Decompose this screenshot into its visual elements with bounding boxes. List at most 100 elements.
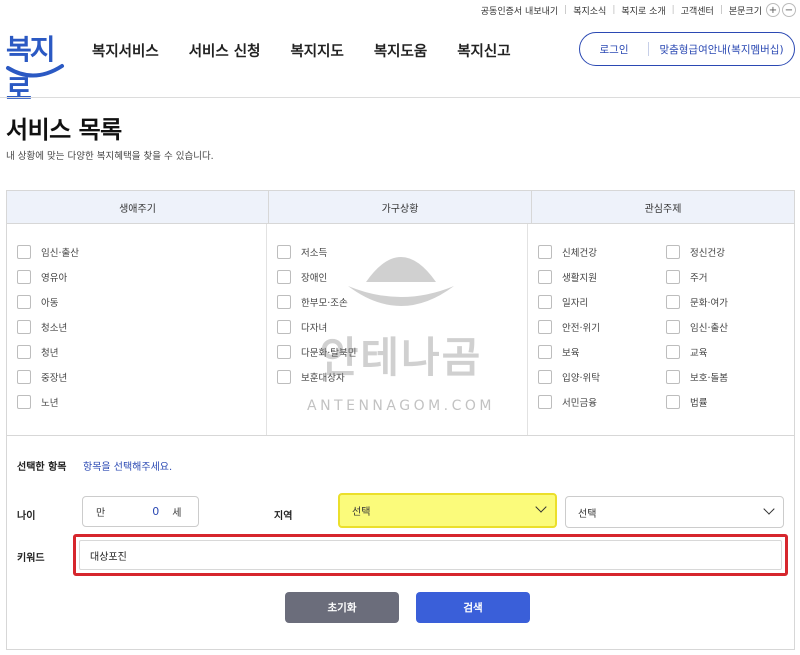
checkbox-item[interactable]: 신체건강 bbox=[538, 239, 666, 264]
selected-items-row: 선택한 항목 항목을 선택해주세요. bbox=[17, 458, 172, 473]
checkbox-label: 정신건강 bbox=[690, 247, 725, 259]
checkbox-item[interactable]: 서민금융 bbox=[538, 389, 666, 414]
checkbox-item[interactable]: 안전·위기 bbox=[538, 314, 666, 339]
util-about-link[interactable]: 복지로 소개 bbox=[615, 4, 671, 17]
checkbox[interactable] bbox=[17, 269, 31, 284]
search-button[interactable]: 검색 bbox=[416, 592, 530, 623]
util-news-link[interactable]: 복지소식 bbox=[567, 4, 612, 17]
checkbox[interactable] bbox=[17, 244, 31, 259]
checkbox[interactable] bbox=[538, 394, 552, 409]
page-description: 내 상황에 맞는 다양한 복지혜택을 찾을 수 있습니다. bbox=[6, 151, 214, 162]
checkbox-item[interactable]: 입양·위탁 bbox=[538, 364, 666, 389]
checkbox[interactable] bbox=[538, 369, 552, 384]
checkbox[interactable] bbox=[17, 344, 31, 359]
keyword-input[interactable]: 대상포진 bbox=[73, 534, 788, 576]
checkbox-item[interactable]: 일자리 bbox=[538, 289, 666, 314]
reset-button[interactable]: 초기화 bbox=[285, 592, 399, 623]
checkbox-label: 입양·위탁 bbox=[562, 372, 600, 384]
region-province-select[interactable]: 선택 bbox=[338, 493, 557, 528]
checkbox[interactable] bbox=[277, 344, 291, 359]
checkbox-label: 노년 bbox=[41, 397, 59, 409]
checkbox[interactable] bbox=[17, 394, 31, 409]
checkbox[interactable] bbox=[17, 294, 31, 309]
nav-welfare-services[interactable]: 복지서비스 bbox=[92, 40, 159, 61]
region-city-value: 선택 bbox=[578, 508, 597, 520]
age-label: 나이 bbox=[17, 511, 36, 522]
checkbox-item[interactable]: 보훈대상자 bbox=[277, 364, 527, 389]
logo-smile-icon bbox=[6, 64, 64, 78]
region-city-select[interactable]: 선택 bbox=[565, 496, 784, 528]
selected-items-placeholder: 항목을 선택해주세요. bbox=[83, 462, 173, 473]
checkbox-item[interactable]: 임신·출산 bbox=[666, 314, 794, 339]
membership-guide-button[interactable]: 맞춤형급여안내(복지멤버십) bbox=[649, 42, 794, 57]
age-value[interactable]: 0 bbox=[152, 505, 159, 518]
checkbox[interactable] bbox=[666, 369, 680, 384]
checkbox[interactable] bbox=[277, 269, 291, 284]
checkbox-item[interactable]: 청년 bbox=[17, 339, 266, 364]
util-cert-export-link[interactable]: 공동인증서 내보내기 bbox=[475, 4, 564, 17]
checkbox-item[interactable]: 중장년 bbox=[17, 364, 266, 389]
checkbox[interactable] bbox=[538, 269, 552, 284]
checkbox[interactable] bbox=[277, 294, 291, 309]
checkbox-item[interactable]: 보육 bbox=[538, 339, 666, 364]
checkbox[interactable] bbox=[538, 244, 552, 259]
checkbox[interactable] bbox=[538, 319, 552, 334]
main-nav: 복지서비스 서비스 신청 복지지도 복지도움 복지신고 bbox=[92, 40, 541, 61]
checkbox-label: 교육 bbox=[690, 347, 708, 359]
checkbox-label: 중장년 bbox=[41, 372, 68, 384]
checkbox-item[interactable]: 문화·여가 bbox=[666, 289, 794, 314]
checkbox-label: 아동 bbox=[41, 297, 59, 309]
checkbox-item[interactable]: 정신건강 bbox=[666, 239, 794, 264]
topics-right-list: 정신건강 주거 문화·여가 임신·출산 교육 보호·돌봄 법률 bbox=[666, 239, 794, 435]
checkbox-item[interactable]: 다자녀 bbox=[277, 314, 527, 339]
login-button[interactable]: 로그인 bbox=[580, 42, 648, 57]
checkbox-label: 보육 bbox=[562, 347, 580, 359]
zoom-out-button[interactable]: − bbox=[782, 3, 796, 17]
zoom-in-button[interactable]: + bbox=[766, 3, 780, 17]
checkbox-item[interactable]: 청소년 bbox=[17, 314, 266, 339]
checkbox[interactable] bbox=[666, 294, 680, 309]
checkbox[interactable] bbox=[277, 319, 291, 334]
checkbox[interactable] bbox=[277, 244, 291, 259]
checkbox-item[interactable]: 법률 bbox=[666, 389, 794, 414]
checkbox-label: 법률 bbox=[690, 397, 708, 409]
nav-service-apply[interactable]: 서비스 신청 bbox=[189, 40, 261, 61]
nav-welfare-map[interactable]: 복지지도 bbox=[290, 40, 343, 61]
topics-left-list: 신체건강 생활지원 일자리 안전·위기 보육 입양·위탁 서민금융 bbox=[538, 239, 666, 435]
checkbox-item[interactable]: 주거 bbox=[666, 264, 794, 289]
checkbox-label: 안전·위기 bbox=[562, 322, 600, 334]
checkbox[interactable] bbox=[666, 344, 680, 359]
checkbox-label: 보호·돌봄 bbox=[690, 372, 728, 384]
checkbox[interactable] bbox=[17, 369, 31, 384]
chevron-down-icon bbox=[535, 501, 547, 513]
checkbox-item[interactable]: 임신·출산 bbox=[17, 239, 266, 264]
checkbox-item[interactable]: 저소득 bbox=[277, 239, 527, 264]
age-prefix: 만 bbox=[96, 508, 106, 519]
header-household: 가구상황 bbox=[269, 191, 532, 223]
checkbox[interactable] bbox=[277, 369, 291, 384]
filter-headers: 생애주기 가구상황 관심주제 bbox=[7, 191, 794, 224]
site-logo[interactable]: 복지로 bbox=[4, 28, 66, 106]
checkbox-item[interactable]: 보호·돌봄 bbox=[666, 364, 794, 389]
checkbox-item[interactable]: 아동 bbox=[17, 289, 266, 314]
checkbox-item[interactable]: 생활지원 bbox=[538, 264, 666, 289]
nav-welfare-help[interactable]: 복지도움 bbox=[374, 40, 427, 61]
checkbox[interactable] bbox=[666, 244, 680, 259]
checkbox[interactable] bbox=[666, 269, 680, 284]
utility-bar: 공동인증서 내보내기 | 복지소식 | 복지로 소개 | 고객센터 | 본문크기 + − bbox=[475, 0, 800, 20]
checkbox-item[interactable]: 한부모·조손 bbox=[277, 289, 527, 314]
util-support-link[interactable]: 고객센터 bbox=[675, 4, 720, 17]
checkbox-item[interactable]: 교육 bbox=[666, 339, 794, 364]
checkbox[interactable] bbox=[666, 394, 680, 409]
age-input[interactable]: 만 0 세 bbox=[82, 496, 199, 527]
checkbox-item[interactable]: 다문화·탈북민 bbox=[277, 339, 527, 364]
checkbox-item[interactable]: 영유아 bbox=[17, 264, 266, 289]
nav-welfare-report[interactable]: 복지신고 bbox=[457, 40, 510, 61]
checkbox[interactable] bbox=[17, 319, 31, 334]
checkbox[interactable] bbox=[538, 294, 552, 309]
checkbox-item[interactable]: 장애인 bbox=[277, 264, 527, 289]
checkbox[interactable] bbox=[538, 344, 552, 359]
checkbox-label: 서민금융 bbox=[562, 397, 597, 409]
checkbox-item[interactable]: 노년 bbox=[17, 389, 266, 414]
checkbox[interactable] bbox=[666, 319, 680, 334]
